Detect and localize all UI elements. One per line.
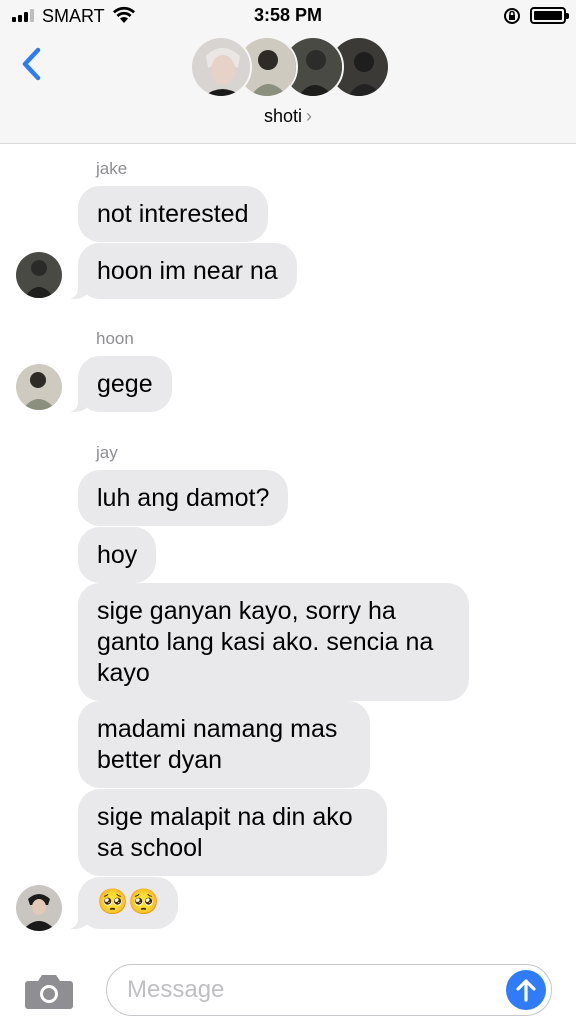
message-bubble[interactable]: gege — [68, 356, 172, 412]
message-bubble[interactable]: luh ang damot? — [78, 470, 289, 526]
rotation-lock-icon — [504, 8, 520, 24]
message-bubble[interactable]: hoy — [78, 527, 157, 583]
arrow-up-icon — [516, 979, 536, 1002]
message-bubble[interactable]: 🥺🥺 — [67, 877, 179, 929]
message-bubble[interactable]: not interested — [78, 186, 268, 242]
sender-name: hoon — [96, 329, 134, 348]
chevron-right-icon: › — [306, 106, 313, 126]
group-avatars[interactable] — [190, 36, 390, 100]
emoji-pleading-face: 🥺🥺 — [97, 888, 160, 916]
group-name: shoti — [263, 106, 303, 126]
message-thread[interactable]: jake not interested hoon im near na hoon… — [0, 144, 576, 944]
battery-icon — [530, 7, 569, 24]
group-name-button[interactable]: shoti › — [0, 106, 576, 127]
message-input[interactable] — [106, 964, 552, 1016]
avatar — [16, 252, 62, 298]
avatar — [16, 364, 62, 410]
conversation-header: shoti › — [0, 32, 576, 144]
avatar — [16, 885, 62, 931]
back-button[interactable] — [14, 42, 50, 86]
sender-name: jake — [96, 159, 128, 178]
clock: 3:58 PM — [253, 5, 323, 25]
message-bubble[interactable]: sige ganyan kayo, sorry ha ganto lang ka… — [78, 583, 469, 701]
composer-bar — [0, 944, 576, 1024]
avatar — [190, 36, 252, 98]
message-bubble[interactable]: hoon im near na — [68, 243, 297, 299]
send-button[interactable] — [506, 970, 546, 1010]
status-bar: SMART 3:58 PM — [0, 0, 576, 32]
sender-name: jay — [96, 443, 118, 462]
message-bubble[interactable]: sige malapit na din ako sa school — [78, 789, 387, 876]
message-bubble[interactable]: madami namang mas better dyan — [78, 701, 370, 788]
camera-icon[interactable] — [24, 972, 74, 1010]
